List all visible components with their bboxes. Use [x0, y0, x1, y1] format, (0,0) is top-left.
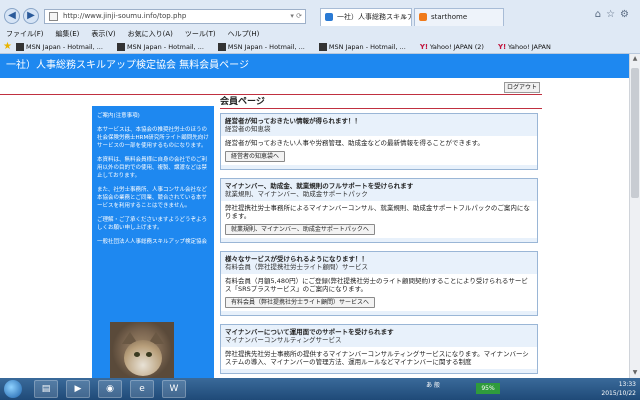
msn-icon [16, 43, 24, 51]
site-banner: 一社）人事総務スキルアップ検定協会 無料会員ページ [0, 54, 629, 78]
tab-label: starthome [431, 13, 468, 21]
card-body: 経営者が知っておきたい人事や労務管理、助成金などの最新情報を得ることができます。… [221, 136, 537, 165]
sidebar-text: ご理解・ご了承くださいますようどうぞよろしくお願い申し上げます。 [97, 217, 208, 231]
chrome-icon[interactable]: ◉ [98, 380, 122, 398]
scroll-up-icon[interactable]: ▲ [630, 54, 640, 64]
card-title: マイナンバーについて運用面でのサポートを受けられます [225, 328, 394, 336]
sidebar-notice: ご案内(注意事項) 本サービスは、本協会の推奨社労士のほうの社会保険労務士HRM… [92, 106, 214, 378]
card-title: マイナンバー、助成金、就業規則のフルサポートを受けられます [225, 182, 414, 190]
favorite-link[interactable]: Y! Yahoo! JAPAN (2) [418, 40, 488, 54]
favorites-bar: MSN Japan - Hotmail, ... MSN Japan - Hotm… [0, 40, 640, 54]
page-title: 会員ページ [220, 97, 265, 107]
yahoo-icon: Y! [419, 43, 429, 51]
ime-indicator[interactable]: あ 般 [426, 383, 440, 389]
support-pack-button[interactable]: 就業規則、マイナンバー、助成金サポートパックへ [225, 224, 375, 235]
menu-edit[interactable]: 編集(E) [50, 28, 86, 40]
address-text: http://www.jinji-soumu.info/top.php [63, 12, 187, 20]
menu-favorites[interactable]: お気に入り(A) [122, 28, 179, 40]
tab-jinji[interactable]: 一社）人事総務スキルアップ... × [320, 8, 412, 26]
ie-icon[interactable]: e [130, 380, 154, 398]
msn-icon [116, 43, 125, 51]
tab-starthome[interactable]: starthome [414, 8, 504, 26]
menu-view[interactable]: 表示(V) [85, 28, 121, 40]
site-favicon-icon [325, 13, 333, 21]
card-subtitle: マイナンバーコンサルティングサービス [225, 336, 342, 344]
media-icon[interactable]: ▶ [66, 380, 90, 398]
logout-button[interactable]: ログアウト [504, 82, 540, 93]
divider [0, 94, 542, 95]
card-subtitle: 就業規則、マイナンバー、助成金サポートパック [225, 190, 368, 198]
start-button[interactable] [4, 380, 22, 398]
service-card-support-pack: マイナンバー、助成金、就業規則のフルサポートを受けられます 就業規則、マイナンバ… [220, 178, 538, 243]
menu-help[interactable]: ヘルプ(H) [222, 28, 266, 40]
scroll-thumb[interactable] [631, 68, 639, 198]
menu-bar: ファイル(F) 編集(E) 表示(V) お気に入り(A) ツール(T) ヘルプ(H) [0, 28, 640, 40]
menu-file[interactable]: ファイル(F) [0, 28, 50, 40]
card-body: 弊社提携先社労士事務所の提供するマイナンバーコンサルティングサービスになります。… [221, 347, 537, 369]
favorite-link[interactable]: MSN Japan - Hotmail, ... [115, 40, 208, 54]
msn-icon [217, 43, 226, 51]
service-card-ceo: 経営者が知っておきたい情報が得られます！！ 経営者の知恵袋 経営者が知っておきた… [220, 113, 538, 170]
msn-icon [318, 43, 327, 51]
service-card-paid-member: 様々なサービスが受けられるようになります！！ 有料会員（弊社提携社労士ライト顧問… [220, 251, 538, 316]
address-controls[interactable]: ▾ ⟳ [290, 10, 302, 23]
toolbar-icons[interactable]: ⌂☆⚙ [595, 9, 634, 20]
back-button[interactable]: ◀ [4, 8, 20, 24]
browser-chrome: ◀ ▶ http://www.jinji-soumu.info/top.php … [0, 0, 640, 54]
system-clock[interactable]: 13:33 2015/10/22 [592, 380, 636, 398]
favorite-link[interactable]: MSN Japan - Hotmail, ... [216, 40, 309, 54]
page-icon [49, 12, 58, 21]
scroll-down-icon[interactable]: ▼ [630, 368, 640, 378]
cat-photo [110, 322, 174, 378]
card-body: 弊社提携社労士事務所によるマイナンバーコンサル、就業規則、助成金サポートフルパッ… [221, 201, 537, 238]
forward-button[interactable]: ▶ [23, 8, 39, 24]
paid-member-button[interactable]: 有料会員（弊社提携社労士ライト顧問）サービスへ [225, 297, 376, 308]
clock-time: 13:33 [618, 381, 636, 388]
web-page: 一社）人事総務スキルアップ検定協会 無料会員ページ ログアウト ご案内(注意事項… [0, 54, 640, 378]
word-icon[interactable]: W [162, 380, 186, 398]
title-divider [220, 108, 542, 109]
menu-tools[interactable]: ツール(T) [179, 28, 222, 40]
navigation-bar: ◀ ▶ http://www.jinji-soumu.info/top.php … [0, 6, 640, 28]
vertical-scrollbar[interactable]: ▲ ▼ [629, 54, 640, 378]
windows-taskbar: ▤ ▶ ◉ e W あ 般 95% 13:33 2015/10/22 [0, 378, 640, 400]
sidebar-text: 本サービスは、本協会の推奨社労士のほうの社会保険労務士HRM研究所ライト顧問先向… [97, 127, 209, 149]
explorer-icon[interactable]: ▤ [34, 380, 58, 398]
close-tab-icon[interactable]: × [401, 9, 407, 25]
favorite-link[interactable]: MSN Japan - Hotmail, ... [317, 40, 410, 54]
sidebar-signature: 一般社団法人人事総務スキルアップ検定協会 [97, 239, 208, 245]
yahoo-icon: Y! [497, 43, 507, 51]
service-card-mynumber: マイナンバーについて運用面でのサポートを受けられます マイナンバーコンサルティン… [220, 324, 538, 374]
card-subtitle: 有料会員（弊社提携社労士ライト顧問）サービス [225, 263, 368, 271]
main-content: 会員ページ 経営者が知っておきたい情報が得られます！！ 経営者の知恵袋 経営者が… [220, 96, 542, 378]
favorite-link[interactable]: MSN Japan - Hotmail, ... [14, 40, 107, 54]
battery-indicator[interactable]: 95% [476, 383, 500, 394]
card-subtitle: 経営者の知恵袋 [225, 125, 271, 133]
favorite-link[interactable]: Y! Yahoo! JAPAN [496, 40, 555, 54]
sidebar-text: 本資料は、無料会員様に自身の会社でのご利用以外の目的での使用、複製、譲渡などは禁… [97, 157, 208, 179]
card-body: 有料会員（月額5,480円）にご登録(弊社提携社労士のライト顧問契約)することに… [221, 274, 537, 311]
starthome-favicon-icon [419, 13, 427, 21]
card-title: 経営者が知っておきたい情報が得られます！！ [225, 117, 361, 125]
address-bar[interactable]: http://www.jinji-soumu.info/top.php ▾ ⟳ [44, 9, 306, 24]
sidebar-text: また、社労士事務所、人事コンサル会社など本協会の業務とご同業、競合されている本サ… [97, 187, 208, 209]
ceo-wisdom-button[interactable]: 経営者の知恵袋へ [225, 151, 286, 162]
clock-date: 2015/10/22 [601, 390, 636, 397]
card-title: 様々なサービスが受けられるようになります！！ [225, 255, 368, 263]
sidebar-heading: ご案内(注意事項) [97, 113, 140, 119]
